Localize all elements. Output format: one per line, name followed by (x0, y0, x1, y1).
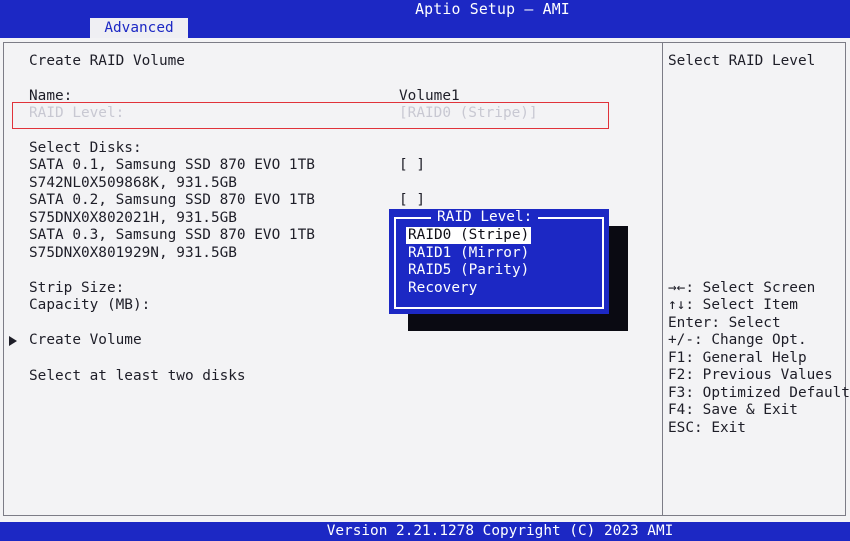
help-title: Select RAID Level (668, 53, 816, 69)
raid-level-value[interactable]: [RAID0 (Stripe)] (399, 105, 538, 121)
popup-title: RAID Level: (431, 209, 539, 226)
help-key-f1: F1: General Help (668, 350, 807, 366)
status-bar: Version 2.21.1278 Copyright (C) 2023 AMI (0, 522, 850, 541)
help-key-esc: ESC: Exit (668, 420, 746, 436)
help-key-f2: F2: Previous Values (668, 367, 833, 383)
disk-2-checkbox[interactable]: [ ] (399, 192, 425, 208)
popup-option-raid0[interactable]: RAID0 (Stripe) (406, 227, 532, 244)
popup-option-raid5[interactable]: RAID5 (Parity) (406, 262, 531, 279)
popup-option-recovery[interactable]: Recovery (406, 280, 479, 297)
help-key-select-item: ↑↓: Select Item (668, 297, 798, 313)
help-key-f4: F4: Save & Exit (668, 402, 798, 418)
tab-advanced[interactable]: Advanced (90, 18, 188, 38)
raid-level-popup: RAID Level: RAID0 (Stripe) RAID1 (Mirror… (389, 209, 609, 314)
disk-3-name: SATA 0.3, Samsung SSD 870 EVO 1TB (29, 227, 315, 243)
page-title: Create RAID Volume (29, 53, 185, 69)
panel-divider (662, 42, 663, 516)
version-text: Version 2.21.1278 Copyright (C) 2023 AMI (326, 523, 674, 539)
disk-1-name: SATA 0.1, Samsung SSD 870 EVO 1TB (29, 157, 315, 173)
create-volume-item[interactable]: Create Volume (29, 332, 142, 348)
disk-2-serial: S75DNX0X802021H, 931.5GB (29, 210, 237, 226)
title-bar: Aptio Setup – AMI Advanced (0, 0, 850, 38)
select-disks-label: Select Disks: (29, 140, 142, 156)
disk-1-checkbox[interactable]: [ ] (399, 157, 425, 173)
capacity-label: Capacity (MB): (29, 297, 151, 313)
help-key-select-screen: →←: Select Screen (668, 280, 816, 296)
help-key-enter: Enter: Select (668, 315, 781, 331)
submenu-arrow-icon (9, 336, 17, 346)
hint-text: Select at least two disks (29, 368, 246, 384)
help-key-change-opt: +/-: Change Opt. (668, 332, 807, 348)
disk-3-serial: S75DNX0X801929N, 931.5GB (29, 245, 237, 261)
strip-size-label: Strip Size: (29, 280, 125, 296)
help-key-f3: F3: Optimized Defaults (668, 385, 850, 401)
app-title: Aptio Setup – AMI (415, 1, 570, 18)
popup-option-raid1[interactable]: RAID1 (Mirror) (406, 245, 531, 262)
disk-2-name: SATA 0.2, Samsung SSD 870 EVO 1TB (29, 192, 315, 208)
raid-level-label: RAID Level: (29, 105, 125, 121)
disk-1-serial: S742NL0X509868K, 931.5GB (29, 175, 237, 191)
